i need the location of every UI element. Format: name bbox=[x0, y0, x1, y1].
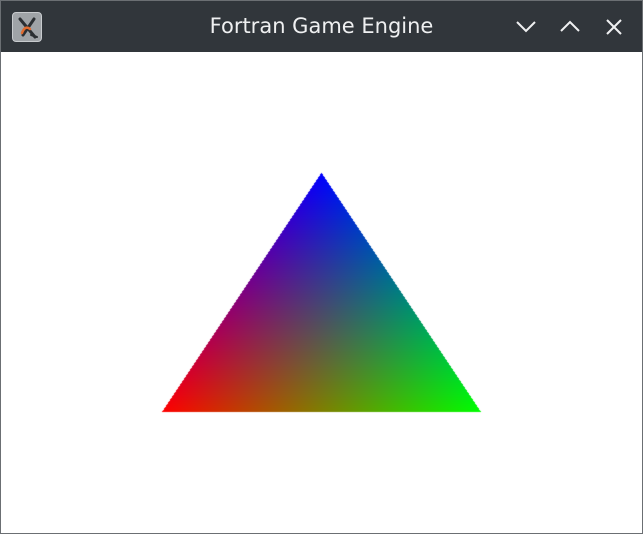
app-window: Fortran Game Engine bbox=[0, 0, 643, 534]
close-icon bbox=[606, 19, 622, 35]
app-icon[interactable] bbox=[12, 12, 42, 42]
minimize-button[interactable] bbox=[512, 13, 540, 41]
rgb-triangle bbox=[1, 52, 642, 533]
chevron-down-icon bbox=[516, 21, 536, 33]
close-button[interactable] bbox=[600, 13, 628, 41]
window-title: Fortran Game Engine bbox=[209, 14, 434, 38]
render-viewport[interactable] bbox=[1, 52, 642, 533]
title-bar[interactable]: Fortran Game Engine bbox=[1, 1, 642, 52]
maximize-button[interactable] bbox=[556, 13, 584, 41]
chevron-up-icon bbox=[560, 20, 580, 32]
